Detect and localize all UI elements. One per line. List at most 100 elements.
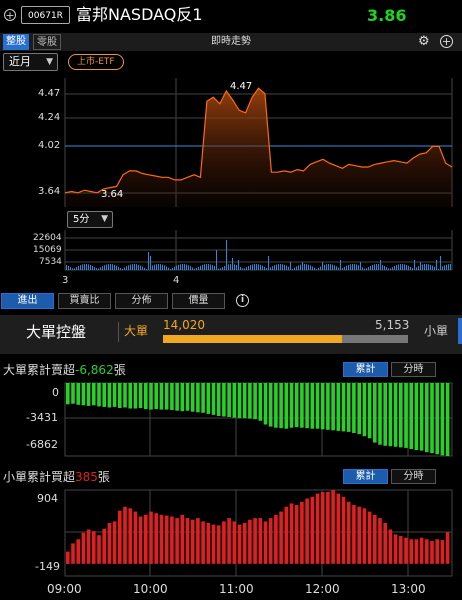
volume-bar [98, 268, 99, 270]
volume-bar [104, 265, 105, 270]
big-order-bar [97, 383, 101, 407]
volume-bar [330, 264, 331, 270]
volume-bar [290, 262, 291, 270]
price-label-3: 4.02 [38, 140, 61, 151]
volume-bar [202, 264, 203, 270]
volume-bar [208, 264, 209, 270]
volume-bar [112, 264, 113, 270]
small-order-bar [232, 521, 237, 564]
big-order-bar [430, 383, 434, 454]
volume-bar [284, 264, 285, 270]
volume-bar [210, 264, 211, 270]
volume-bar [438, 268, 439, 270]
volume-bar [406, 264, 407, 270]
small-title-prefix: 小單累計買超 [3, 470, 76, 484]
volume-bar [196, 268, 197, 270]
small-order-bars [66, 490, 450, 564]
volume-bar [422, 264, 423, 270]
volume-bar [212, 265, 213, 270]
tab-distribution[interactable]: 分佈 [115, 293, 168, 309]
small-order-bar [242, 523, 247, 564]
volume-bar [180, 264, 181, 270]
big-order-bar [336, 383, 341, 431]
big-y-label-3: -6862 [26, 438, 58, 451]
small-order-bar [284, 506, 289, 564]
volume-bar [428, 264, 429, 270]
small-order-bar [237, 524, 242, 564]
big-order-bar [440, 383, 445, 456]
volume-bar [396, 265, 397, 270]
small-order-bar [378, 518, 382, 564]
big-order-bar [383, 383, 387, 446]
volume-bar [408, 265, 409, 270]
small-order-bar [399, 536, 403, 564]
volume-label-3: 7534 [39, 257, 62, 267]
volume-bar [114, 264, 115, 270]
time-label-1: 09:00 [47, 582, 82, 596]
big-order-bar [253, 383, 257, 420]
small-order-bar [164, 515, 169, 564]
volume-bar [342, 267, 343, 270]
small-order-bar [430, 541, 434, 564]
volume-bar [398, 264, 399, 270]
big-order-bar [138, 383, 143, 408]
small-toggle-intraday[interactable]: 分時 [391, 469, 436, 484]
small-order-bar [81, 532, 86, 564]
volume-bar [224, 265, 225, 270]
small-order-bar [123, 506, 127, 564]
big-order-bar [185, 383, 190, 411]
volume-bar [270, 267, 271, 270]
small-order-bar [289, 503, 294, 564]
interval-select[interactable]: 5分 ▼ [67, 211, 113, 228]
small-order-bar [211, 524, 216, 564]
panel-edge [458, 318, 462, 344]
small-order-bar [92, 531, 96, 564]
volume-bar [230, 264, 231, 270]
volume-bar [376, 264, 377, 270]
small-toggle-cumulative[interactable]: 累計 [343, 469, 388, 484]
big-order-bar [284, 383, 289, 429]
volume-bar [394, 266, 395, 270]
big-order-bar [367, 383, 372, 439]
tab-buy-sell-ratio[interactable]: 買賣比 [58, 293, 111, 309]
volume-bar [100, 267, 101, 270]
volume-bar [188, 265, 189, 270]
volume-bar [404, 264, 405, 270]
info-icon[interactable]: i [236, 294, 249, 307]
big-order-bar [81, 383, 86, 406]
big-order-bar [170, 383, 174, 411]
volume-bar [198, 266, 199, 270]
day-label-1: 3 [62, 275, 69, 286]
big-order-bar [242, 383, 247, 419]
volume-bar [378, 264, 379, 270]
volume-bar [386, 267, 387, 270]
small-order-bar [159, 514, 164, 564]
tab-inout[interactable]: 進出 [1, 293, 54, 309]
big-toggle-cumulative[interactable]: 累計 [343, 362, 388, 377]
volume-bar [298, 265, 299, 270]
big-order-bar [232, 383, 237, 418]
big-order-bar [294, 383, 299, 428]
price-label-2: 4.24 [38, 112, 61, 123]
volume-bar [184, 264, 185, 270]
small-section-title: 小單累計買超385張 [3, 469, 110, 485]
volume-bar [116, 265, 117, 270]
volume-bar [392, 267, 393, 270]
time-label-4: 12:00 [305, 582, 340, 596]
volume-bar [216, 250, 217, 270]
volume-bar [416, 267, 417, 270]
volume-bar [436, 260, 437, 270]
small-order-bar [305, 498, 309, 564]
price-label-1: 4.47 [38, 88, 61, 99]
small-y-label-1: 904 [37, 492, 58, 505]
volume-bar [308, 264, 309, 270]
volume-bar [68, 266, 69, 270]
volume-bar [352, 264, 353, 270]
big-order-bar [76, 383, 80, 405]
small-order-bar [357, 506, 361, 564]
volume-bar [448, 264, 449, 270]
tab-price-volume[interactable]: 價量 [172, 293, 225, 309]
big-toggle-intraday[interactable]: 分時 [391, 362, 436, 377]
volume-bar [334, 265, 335, 270]
big-order-bar [279, 383, 283, 429]
